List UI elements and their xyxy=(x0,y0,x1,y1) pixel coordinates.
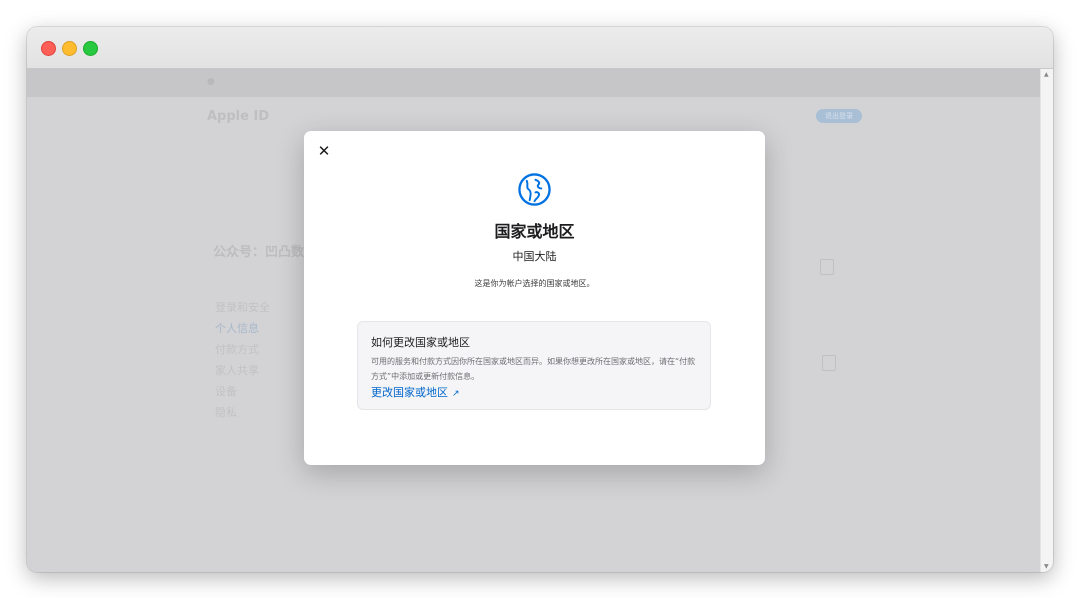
sidebar-item-personal-info[interactable]: 个人信息 xyxy=(215,320,259,336)
info-heading: 如何更改国家或地区 xyxy=(371,336,470,349)
selected-country: 中国大陆 xyxy=(512,250,557,263)
info-body-text: 可用的服务和付款方式因你所在国家或地区而异。如果你想更改所在国家或地区，请在“付… xyxy=(371,357,696,381)
sidebar-item-family[interactable]: 家人共享 xyxy=(215,362,259,378)
change-country-link-label[interactable]: 更改国家或地区 xyxy=(371,386,448,399)
dialog-description: 这是你为帐户选择的国家或地区。 xyxy=(474,279,595,288)
calendar-icon[interactable] xyxy=(820,259,834,275)
globe-icon xyxy=(518,173,551,206)
scroll-up-arrow-icon[interactable]: ▲ xyxy=(1044,71,1049,78)
change-country-link[interactable]: 更改国家或地区 ↗ xyxy=(371,384,460,400)
window-maximize-button[interactable] xyxy=(83,41,98,56)
sidebar-item-privacy[interactable]: 隐私 xyxy=(215,404,237,420)
close-button[interactable]: ✕ xyxy=(316,143,332,159)
apple-id-heading: Apple ID xyxy=(207,109,270,124)
country-region-dialog: ✕ 国家或地区 中国大陆 这是你为帐户选择的国家或地区。 如何更改国家或地区 可… xyxy=(304,131,765,465)
global-nav: ● xyxy=(27,69,1041,97)
apple-logo-icon[interactable]: ● xyxy=(207,77,215,87)
dialog-title: 国家或地区 xyxy=(494,222,575,241)
sidebar-item-payment[interactable]: 付款方式 xyxy=(215,341,259,357)
sign-out-button[interactable]: 退出登录 xyxy=(816,109,862,123)
change-country-info-box: 如何更改国家或地区 可用的服务和付款方式因你所在国家或地区而异。如果你想更改所在… xyxy=(357,321,711,410)
page-scrollbar[interactable]: ▲ ▼ xyxy=(1040,69,1053,572)
window-minimize-button[interactable] xyxy=(62,41,77,56)
scroll-down-arrow-icon[interactable]: ▼ xyxy=(1044,563,1049,570)
sidebar-item-devices[interactable]: 设备 xyxy=(215,383,237,399)
document-icon[interactable] xyxy=(822,355,836,371)
window-close-button[interactable] xyxy=(41,41,56,56)
sidebar-item-sign-in-security[interactable]: 登录和安全 xyxy=(215,299,270,315)
external-arrow-icon: ↗ xyxy=(452,389,460,399)
account-name: 公众号：凹凸数 xyxy=(213,245,305,260)
title-bar xyxy=(27,27,1053,69)
